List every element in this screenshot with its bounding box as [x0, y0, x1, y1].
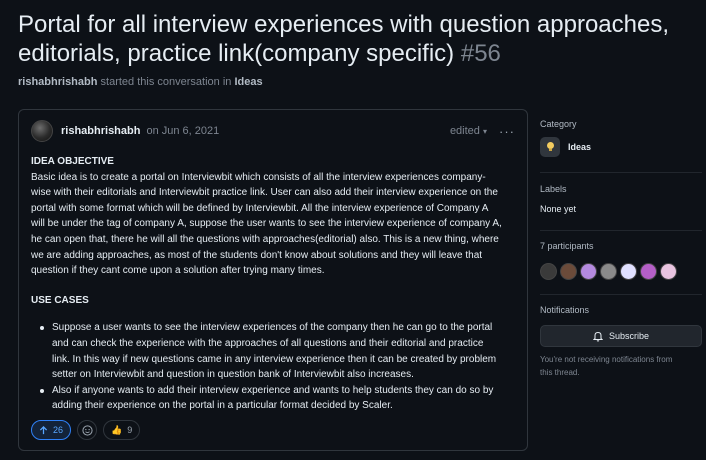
idea-line: question if they cant come upon a soluti… [31, 265, 325, 277]
notifications-section: Notifications Subscribe You're not recei… [540, 305, 702, 379]
idea-line: portal with some format which will be de… [31, 202, 489, 214]
edited-label: edited [449, 125, 480, 137]
discussion-number: #56 [460, 40, 501, 67]
light-bulb-icon [540, 137, 560, 157]
notifications-label: Notifications [540, 305, 590, 315]
thumbs-up-icon: 👍 [111, 424, 123, 435]
subscribe-label: Subscribe [608, 331, 650, 341]
use-case-line: setter on Interviewbit and question in q… [52, 369, 414, 381]
category-item[interactable]: Ideas [540, 137, 702, 157]
thumbs-up-reaction[interactable]: 👍 9 [103, 420, 141, 440]
participant-avatar[interactable] [640, 263, 657, 280]
upvote-button[interactable]: 26 [31, 420, 72, 440]
post-body: IDEA OBJECTIVE Basic idea is to create a… [31, 154, 517, 414]
sidebar-divider [540, 172, 702, 173]
post-date[interactable]: on Jun 6, 2021 [146, 125, 219, 137]
participants-section: 7 participants [540, 241, 702, 280]
byline-user-link[interactable]: rishabhrishabh [18, 76, 97, 88]
participants-label: 7 participants [540, 241, 594, 251]
use-cases-list: Suppose a user wants to see the intervie… [31, 320, 517, 414]
idea-line: will be under the tag of company A, supp… [31, 218, 502, 230]
reactions-bar: 26 👍 9 [31, 420, 141, 440]
use-case-line: Suppose a user wants to see the intervie… [52, 322, 493, 334]
participant-avatar[interactable] [600, 263, 617, 280]
discussion-title: Portal for all interview experiences wit… [18, 10, 698, 68]
kebab-horizontal-icon[interactable]: ··· [499, 124, 515, 139]
use-case-line: link. In this way if new questions came … [52, 353, 497, 365]
hint-line: this thread. [540, 368, 580, 377]
idea-line: wise with their editorials and Interview… [31, 187, 498, 199]
category-name: Ideas [568, 142, 592, 152]
participant-avatar[interactable] [660, 263, 677, 280]
thumbs-up-count: 9 [127, 425, 133, 435]
author-avatar[interactable] [31, 120, 53, 142]
arrow-up-icon [39, 425, 48, 434]
triangle-down-icon: ▾ [482, 127, 487, 136]
author-link[interactable]: rishabhrishabh [61, 125, 140, 137]
idea-heading: IDEA OBJECTIVE [31, 156, 114, 167]
sidebar-divider [540, 230, 702, 231]
participant-avatar[interactable] [540, 263, 557, 280]
sidebar-divider [540, 294, 702, 295]
labels-section: Labels None yet [540, 184, 702, 214]
bell-icon [592, 331, 603, 341]
use-case-line: Also if anyone wants to add their interv… [52, 384, 494, 396]
category-section: Category Ideas [540, 119, 702, 157]
list-item: Suppose a user wants to see the intervie… [31, 320, 517, 382]
smiley-icon [81, 424, 93, 436]
list-item: Also if anyone wants to add their interv… [31, 383, 517, 414]
labels-label: Labels [540, 184, 567, 194]
participant-avatar[interactable] [580, 263, 597, 280]
upvote-count: 26 [53, 425, 64, 435]
idea-paragraph: Basic idea is to create a portal on Inte… [31, 170, 517, 279]
discussion-post: rishabhrishabh on Jun 6, 2021 edited ▾ ·… [18, 109, 528, 451]
idea-line: we are adding approaches, as most of the… [31, 249, 483, 261]
use-case-line: and can check the experience with the ap… [52, 337, 484, 349]
category-label: Category [540, 119, 577, 129]
use-case-line: adding their experience on the portal in… [52, 400, 393, 412]
idea-line: Basic idea is to create a portal on Inte… [31, 171, 486, 183]
subscribe-button[interactable]: Subscribe [540, 325, 702, 347]
participant-avatars [540, 263, 702, 280]
idea-line: he can open that, there he will all the … [31, 233, 499, 245]
notification-hint: You're not receiving notifications from … [540, 353, 702, 379]
byline-text: started this conversation in [100, 76, 232, 88]
participant-avatar[interactable] [560, 263, 577, 280]
post-header: rishabhrishabh on Jun 6, 2021 edited ▾ ·… [31, 118, 515, 144]
byline-category-link[interactable]: Ideas [234, 76, 262, 88]
edited-dropdown[interactable]: edited ▾ [450, 125, 487, 137]
byline: rishabhrishabh started this conversation… [18, 76, 263, 88]
participant-avatar[interactable] [620, 263, 637, 280]
add-reaction-button[interactable] [77, 420, 98, 440]
hint-line: You're not receiving notifications from [540, 355, 673, 364]
use-cases-heading: USE CASES [31, 294, 89, 306]
title-text: Portal for all interview experiences wit… [18, 11, 670, 67]
labels-value: None yet [540, 204, 577, 214]
